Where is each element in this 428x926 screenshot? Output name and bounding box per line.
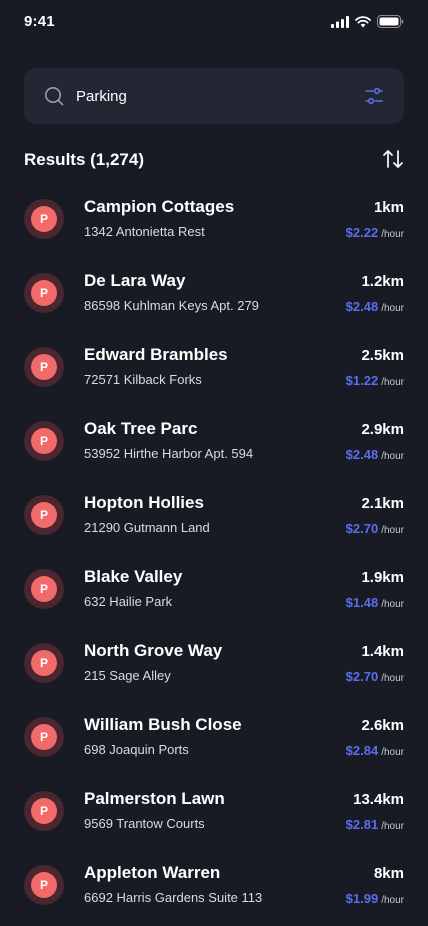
item-price: $2.70: [345, 521, 379, 536]
list-item[interactable]: P Campion Cottages 1342 Antonietta Rest …: [0, 184, 428, 258]
item-price-row: $1.22/hour: [346, 372, 404, 390]
item-price: $1.22: [345, 373, 379, 388]
status-icons: [331, 15, 404, 28]
item-price-unit: /hour: [381, 747, 404, 758]
item-name: Palmerston Lawn: [84, 789, 225, 808]
search-bar[interactable]: [24, 68, 404, 124]
item-price-unit: /hour: [381, 895, 404, 906]
item-price-row: $1.48/hour: [346, 594, 404, 612]
parking-icon: P: [24, 347, 64, 387]
item-name: Oak Tree Parc: [84, 419, 198, 438]
item-address: 6692 Harris Gardens Suite 113: [84, 890, 263, 905]
status-time: 9:41: [24, 13, 55, 30]
item-price-row: $2.48/hour: [346, 298, 404, 316]
item-price: $2.48: [345, 447, 379, 462]
filter-icon[interactable]: [364, 86, 384, 106]
parking-icon: P: [24, 495, 64, 535]
item-price-row: $2.48/hour: [346, 446, 404, 464]
item-name: Hopton Hollies: [84, 493, 204, 512]
list-item[interactable]: P Appleton Warren 6692 Harris Gardens Su…: [0, 850, 428, 924]
item-price: $2.81: [345, 817, 379, 832]
parking-icon: P: [24, 273, 64, 313]
item-price-row: $2.70/hour: [346, 668, 404, 686]
item-price-unit: /hour: [381, 451, 404, 462]
item-name: Edward Brambles: [84, 345, 228, 364]
list-item[interactable]: P Edward Brambles 72571 Kilback Forks 2.…: [0, 332, 428, 406]
item-price-unit: /hour: [381, 377, 404, 388]
item-address: 53952 Hirthe Harbor Apt. 594: [84, 446, 254, 461]
item-price-row: $2.22/hour: [346, 224, 404, 242]
list-item[interactable]: P William Bush Close 698 Joaquin Ports 2…: [0, 702, 428, 776]
sort-icon[interactable]: [382, 148, 404, 170]
list-item[interactable]: P Oak Tree Parc 53952 Hirthe Harbor Apt.…: [0, 406, 428, 480]
item-name: Blake Valley: [84, 567, 183, 586]
parking-icon: P: [24, 199, 64, 239]
item-price-unit: /hour: [381, 673, 404, 684]
wifi-icon: [355, 15, 371, 27]
item-distance: 8km: [373, 865, 404, 882]
parking-icon: P: [24, 569, 64, 609]
item-distance: 13.4km: [353, 791, 404, 808]
list-item[interactable]: P De Lara Way 86598 Kuhlman Keys Apt. 27…: [0, 258, 428, 332]
item-address: 21290 Gutmann Land: [84, 520, 210, 535]
item-price-row: $2.81/hour: [346, 816, 404, 834]
item-address: 1342 Antonietta Rest: [84, 224, 205, 239]
list-item[interactable]: P Blake Valley 632 Hailie Park 1.9km $1.…: [0, 554, 428, 628]
item-price-row: $1.99/hour: [346, 890, 404, 908]
item-price-unit: /hour: [381, 599, 404, 610]
item-price: $1.99: [345, 891, 379, 906]
parking-icon: P: [24, 791, 64, 831]
parking-icon: P: [24, 717, 64, 757]
parking-icon: P: [24, 421, 64, 461]
item-address: 632 Hailie Park: [84, 594, 173, 609]
item-distance: 2.5km: [361, 347, 404, 364]
list-item[interactable]: P Hopton Hollies 21290 Gutmann Land 2.1k…: [0, 480, 428, 554]
item-price: $2.70: [345, 669, 379, 684]
item-price-row: $2.70/hour: [346, 520, 404, 538]
item-price: $1.48: [345, 595, 379, 610]
item-distance: 1km: [373, 199, 404, 216]
item-name: William Bush Close: [84, 715, 242, 734]
item-name: De Lara Way: [84, 271, 186, 290]
item-price-unit: /hour: [381, 303, 404, 314]
parking-icon: P: [24, 865, 64, 905]
item-name: North Grove Way: [84, 641, 223, 660]
item-price-unit: /hour: [381, 525, 404, 536]
item-address: 698 Joaquin Ports: [84, 742, 189, 757]
status-bar: 9:41: [0, 0, 428, 44]
item-price-row: $2.84/hour: [346, 742, 404, 760]
item-address: 72571 Kilback Forks: [84, 372, 202, 387]
list-item[interactable]: P North Grove Way 215 Sage Alley 1.4km $…: [0, 628, 428, 702]
item-price: $2.48: [345, 299, 379, 314]
item-distance: 1.2km: [361, 273, 404, 290]
item-distance: 2.1km: [361, 495, 404, 512]
signal-icon: [331, 15, 349, 28]
item-address: 215 Sage Alley: [84, 668, 171, 683]
item-distance: 2.6km: [361, 717, 404, 734]
item-distance: 2.9km: [361, 421, 404, 438]
search-input[interactable]: [76, 68, 346, 124]
item-distance: 1.9km: [361, 569, 404, 586]
item-price: $2.22: [345, 225, 379, 240]
parking-icon: P: [24, 643, 64, 683]
item-price-unit: /hour: [381, 229, 404, 240]
battery-icon: [377, 15, 404, 28]
item-price-unit: /hour: [381, 821, 404, 832]
item-distance: 1.4km: [361, 643, 404, 660]
results-title: Results (1,274): [24, 150, 144, 169]
item-name: Appleton Warren: [84, 863, 221, 882]
item-price: $2.84: [345, 743, 379, 758]
item-address: 86598 Kuhlman Keys Apt. 279: [84, 298, 259, 313]
search-icon: [45, 87, 64, 106]
item-name: Campion Cottages: [84, 197, 235, 216]
list-item[interactable]: P Palmerston Lawn 9569 Trantow Courts 13…: [0, 776, 428, 850]
item-address: 9569 Trantow Courts: [84, 816, 205, 831]
